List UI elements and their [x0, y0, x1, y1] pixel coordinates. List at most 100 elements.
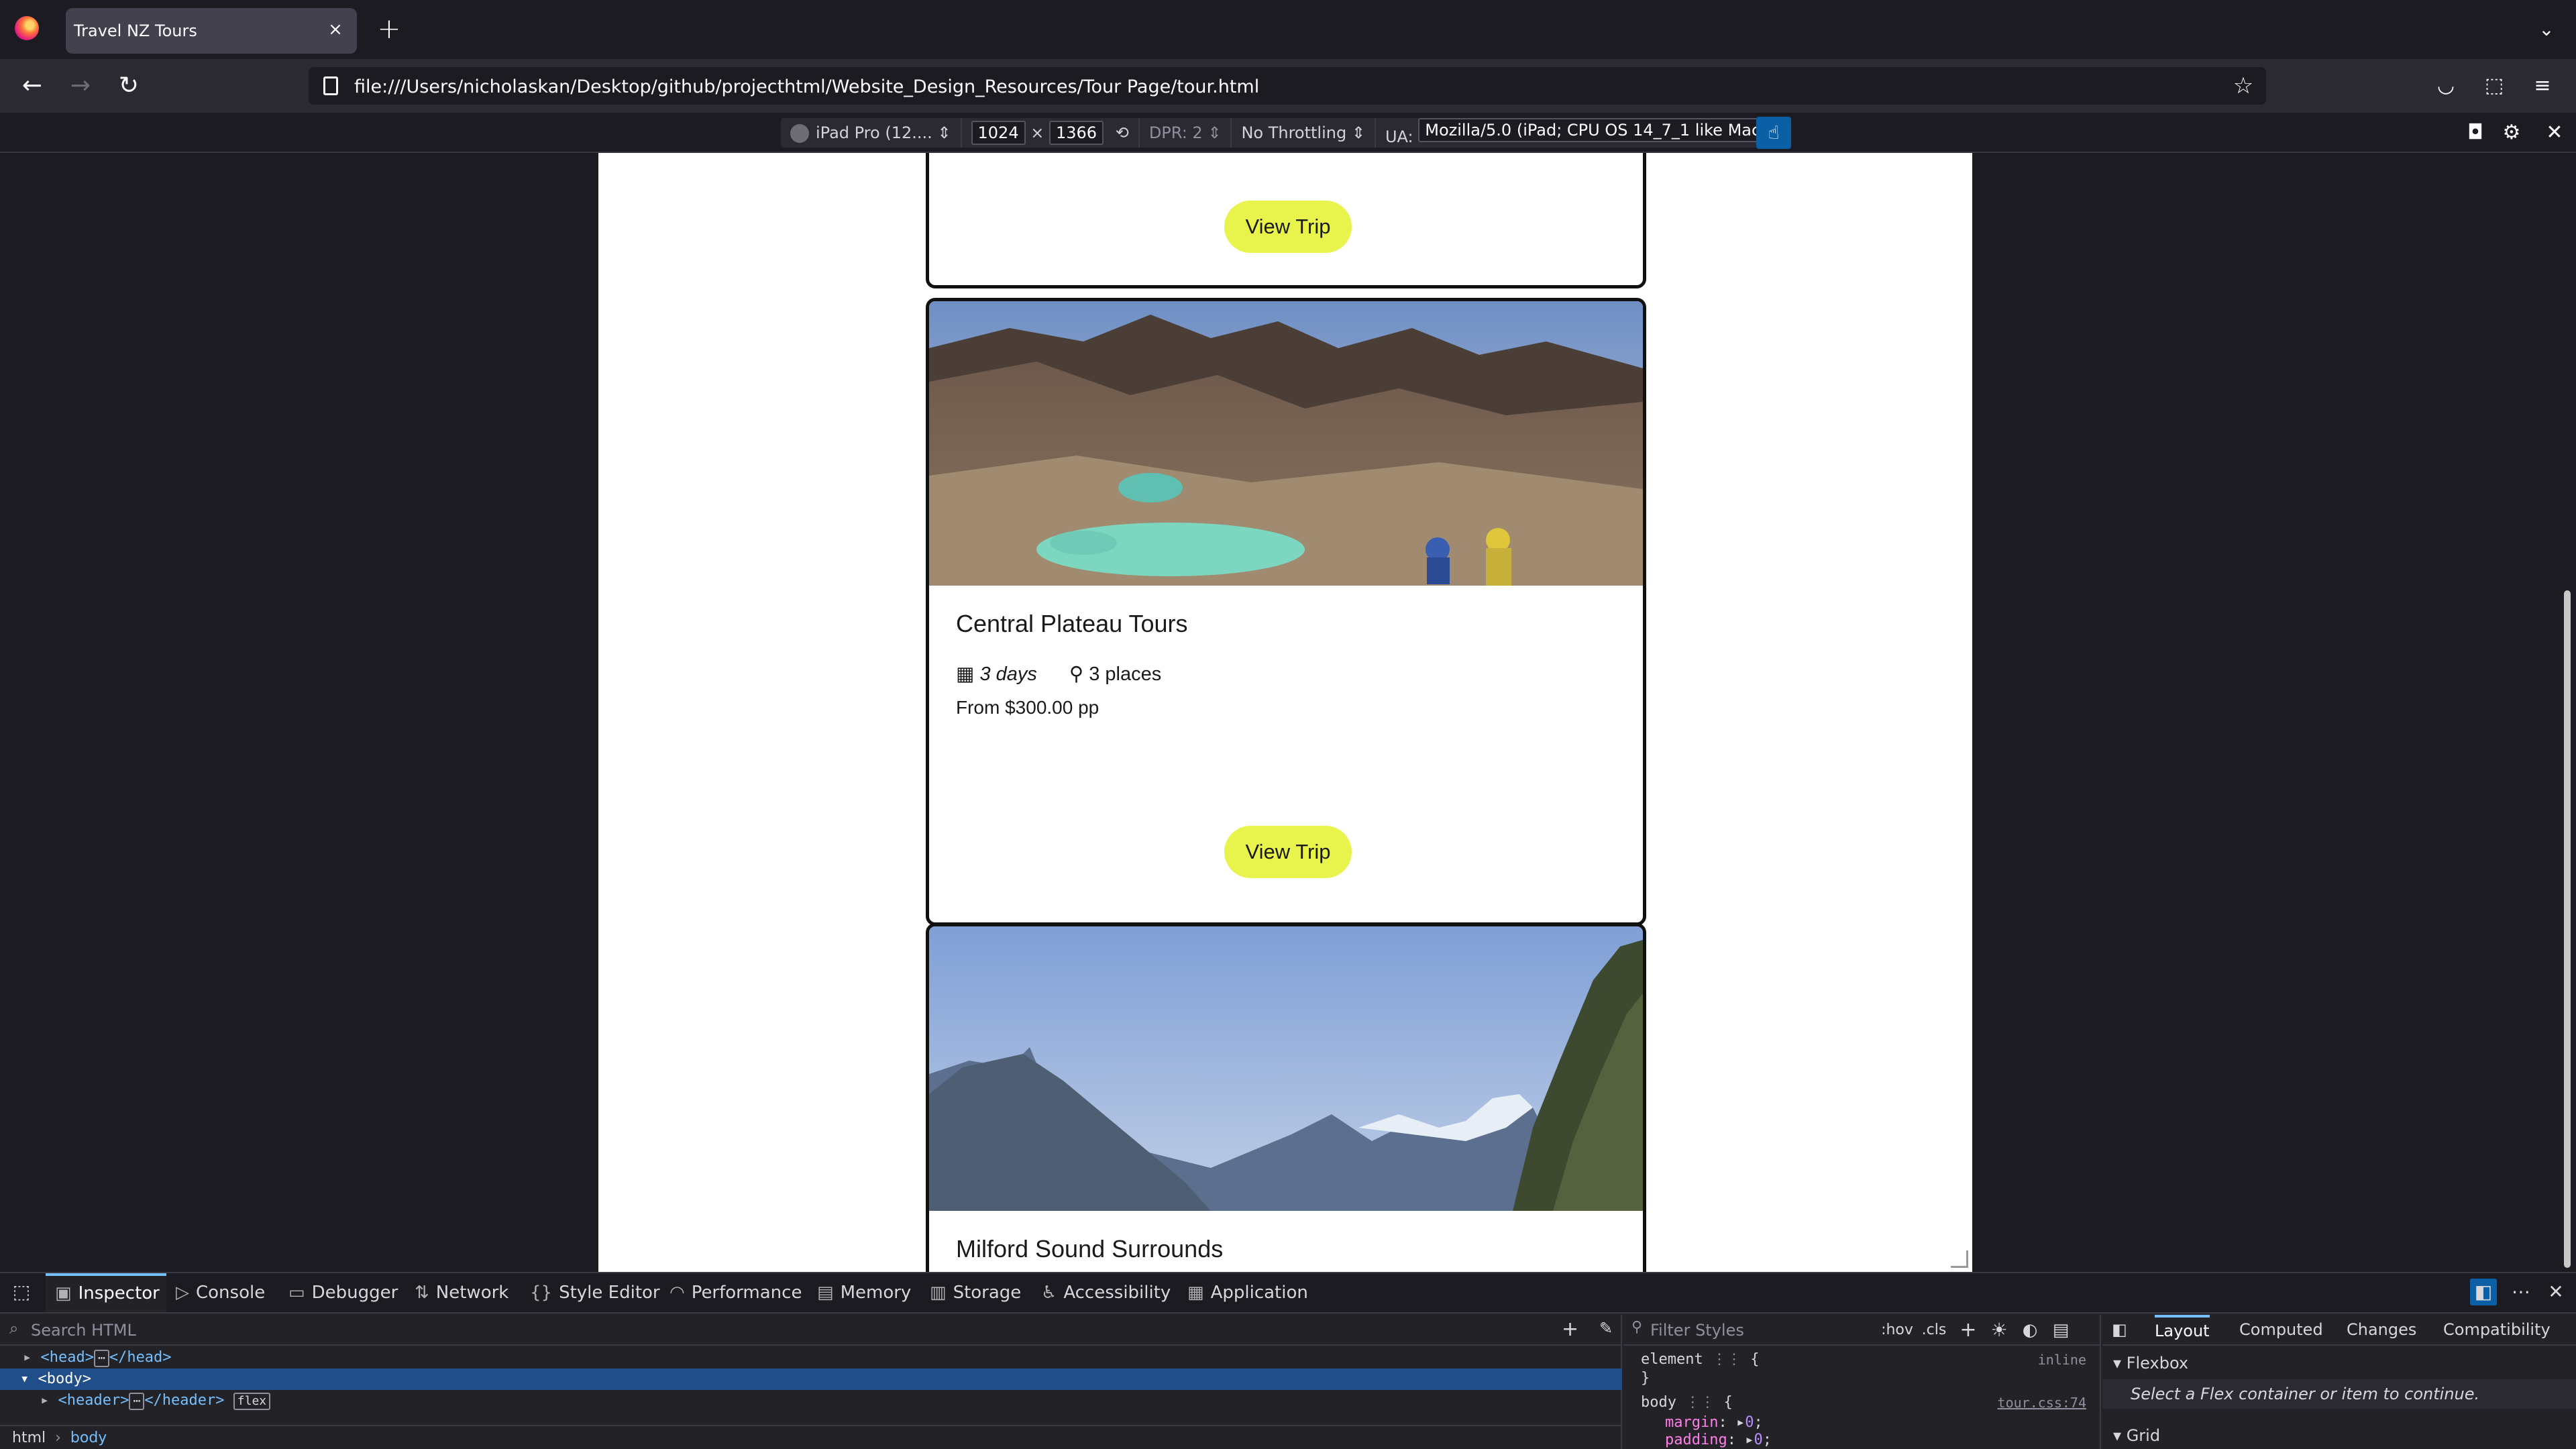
pick-element-icon[interactable]: ⬚	[8, 1279, 35, 1305]
new-tab-button[interactable]: +	[374, 15, 404, 44]
bookmark-star-icon[interactable]: ☆	[2227, 70, 2259, 102]
markup-node-body[interactable]: ▾ <body>	[0, 1368, 1622, 1390]
settings-gear-icon[interactable]: ⚙	[2497, 118, 2526, 148]
close-devtools-icon[interactable]: ✕	[2542, 1279, 2569, 1305]
map-pin-icon: ⚲	[1069, 663, 1084, 685]
layout-sidebar: ◧ Layout Computed Changes Compatibility …	[2102, 1315, 2576, 1449]
chevron-down-icon[interactable]: ⌄	[2532, 15, 2561, 44]
margin-property: margin	[1665, 1414, 1719, 1431]
margin-value: 0	[1745, 1414, 1754, 1431]
tab-application[interactable]: ▦ Application	[1187, 1273, 1308, 1312]
user-agent-input[interactable]: Mozilla/5.0 (iPad; CPU OS 14_7_1 like Ma…	[1418, 118, 1781, 142]
milford-sound-photo	[929, 926, 1643, 1211]
grid-heading: Grid	[2126, 1426, 2161, 1445]
tab-style-editor[interactable]: {} Style Editor	[530, 1273, 660, 1312]
body-open-tag: <body>	[38, 1371, 91, 1387]
dock-side-icon[interactable]: ◧	[2470, 1279, 2497, 1305]
breadcrumb-html[interactable]: html	[12, 1430, 46, 1446]
viewport-height-input[interactable]: 1366	[1049, 121, 1104, 145]
calendar-icon: ▦	[956, 663, 975, 685]
search-html-input[interactable]	[31, 1319, 1507, 1342]
dpr-value: DPR: 2	[1148, 123, 1203, 142]
tab-network[interactable]: ⇅ Network	[415, 1273, 508, 1312]
browser-tab[interactable]: Travel NZ Tours ×	[66, 8, 357, 54]
expand-arrow-icon[interactable]: ▸	[1736, 1414, 1745, 1431]
tab-accessibility[interactable]: ♿ Accessibility	[1041, 1273, 1171, 1312]
view-trip-button[interactable]: View Trip	[1224, 201, 1352, 253]
hover-states-button[interactable]: :hov	[1878, 1319, 1916, 1342]
collapsed-badge[interactable]: ⋯	[129, 1393, 145, 1410]
rule-close-brace: }	[1641, 1370, 1650, 1387]
menu-icon[interactable]: ≡	[2526, 70, 2559, 102]
tab-debugger[interactable]: ▭ Debugger	[288, 1273, 398, 1312]
flex-badge[interactable]: flex	[233, 1393, 271, 1410]
trip-places: ⚲ 3 places	[1069, 662, 1161, 686]
filter-styles-input[interactable]	[1650, 1319, 1865, 1342]
view-trip-button[interactable]: View Trip	[1224, 826, 1352, 878]
expand-arrow-icon[interactable]: ▸	[1745, 1432, 1754, 1448]
print-media-icon[interactable]: ▤	[2047, 1319, 2074, 1342]
tab-storage[interactable]: ▥ Storage	[930, 1273, 1021, 1312]
tab-computed[interactable]: Computed	[2239, 1315, 2323, 1344]
tab-label: Performance	[691, 1283, 802, 1303]
add-rule-icon[interactable]: +	[1955, 1319, 1982, 1342]
throttling-selector[interactable]: No Throttling ⇕	[1232, 118, 1376, 148]
markup-node-head[interactable]: ▸ <head> ⋯ </head>	[0, 1347, 1622, 1368]
reload-icon[interactable]: ↻	[113, 70, 145, 102]
toggle-sidebar-icon[interactable]: ◧	[2112, 1315, 2127, 1344]
add-node-icon[interactable]: +	[1562, 1318, 1578, 1341]
tab-memory[interactable]: ▤ Memory	[817, 1273, 911, 1312]
tab-performance[interactable]: ◠ Performance	[669, 1273, 802, 1312]
forward-arrow-icon[interactable]: →	[64, 70, 97, 102]
close-tab-icon[interactable]: ×	[323, 17, 347, 42]
eyedropper-icon[interactable]: ✎	[1599, 1319, 1613, 1338]
grid-section-header[interactable]: ▾ Grid	[2113, 1422, 2160, 1449]
breadcrumb-body[interactable]: body	[70, 1430, 107, 1446]
rdm-controls: iPad Pro (12.... ⇕ 1024 × 1366 ⟲ DPR: 2 …	[781, 118, 1790, 148]
application-icon: ▦	[1187, 1283, 1204, 1303]
more-options-icon[interactable]: ⋯	[2508, 1279, 2534, 1305]
responsive-design-toolbar: iPad Pro (12.... ⇕ 1024 × 1366 ⟲ DPR: 2 …	[0, 113, 2576, 153]
collapse-arrow-icon[interactable]: ▾	[20, 1371, 29, 1387]
tab-changes[interactable]: Changes	[2347, 1315, 2416, 1344]
viewport-width-input[interactable]: 1024	[971, 121, 1026, 145]
rules-view: ⚲ :hov .cls + ☀ ◐ ▤ element ⋮⋮ { inline …	[1623, 1315, 2101, 1449]
flexbox-section-header[interactable]: ▾ Flexbox	[2113, 1350, 2188, 1377]
touch-simulation-icon[interactable]: ☝	[1756, 117, 1791, 149]
device-selector[interactable]: iPad Pro (12.... ⇕	[781, 118, 962, 148]
extensions-icon[interactable]: ⬚	[2478, 70, 2510, 102]
tour-card: Milford Sound Surrounds	[926, 923, 1646, 1272]
braces-icon: {}	[530, 1283, 553, 1303]
collapsed-badge[interactable]: ⋯	[93, 1350, 109, 1367]
padding-declaration[interactable]: padding: ▸0;	[1665, 1430, 1772, 1449]
url-bar[interactable]: file:///Users/nicholaskan/Desktop/github…	[309, 67, 2266, 105]
search-html-bar: ⌕ + ✎	[0, 1315, 1622, 1346]
contrast-icon[interactable]: ◐	[2017, 1319, 2043, 1342]
url-text[interactable]: file:///Users/nicholaskan/Desktop/github…	[354, 76, 1259, 97]
tab-console[interactable]: ▷ Console	[176, 1273, 265, 1312]
page-scrollbar[interactable]	[2564, 590, 2571, 1268]
tab-compatibility[interactable]: Compatibility	[2443, 1315, 2551, 1344]
tab-label: Accessibility	[1063, 1283, 1171, 1303]
expand-arrow-icon[interactable]: ▸	[40, 1392, 49, 1409]
page-icon	[323, 76, 338, 95]
tour-meta: ▦ 3 days ⚲ 3 places	[956, 662, 1161, 686]
size-separator: ×	[1030, 123, 1044, 142]
flexbox-heading: Flexbox	[2126, 1354, 2189, 1373]
devtools-panel: ⬚ ▣ Inspector ▷ Console ▭ Debugger ⇅ Network…	[0, 1272, 2576, 1449]
tab-inspector[interactable]: ▣ Inspector	[46, 1273, 166, 1312]
tab-layout[interactable]: Layout	[2155, 1315, 2210, 1344]
close-rdm-icon[interactable]: ✕	[2540, 118, 2569, 148]
pocket-icon[interactable]: ◡	[2430, 70, 2462, 102]
markup-node-header[interactable]: ▸ <header> ⋯ </header> flex	[0, 1390, 1622, 1411]
head-close-tag: </head>	[109, 1349, 172, 1366]
light-theme-icon[interactable]: ☀	[1986, 1319, 2012, 1342]
classes-button[interactable]: .cls	[1917, 1319, 1951, 1342]
dpr-selector[interactable]: DPR: 2 ⇕	[1140, 118, 1232, 148]
rotate-icon[interactable]: ⟲	[1116, 123, 1129, 142]
resize-handle[interactable]	[1951, 1250, 1968, 1268]
stylesheet-link[interactable]: tour.css:74	[1998, 1393, 2086, 1413]
expand-arrow-icon[interactable]: ▸	[23, 1349, 32, 1366]
back-arrow-icon[interactable]: ←	[16, 70, 48, 102]
screenshot-icon[interactable]: ◘	[2461, 118, 2490, 148]
